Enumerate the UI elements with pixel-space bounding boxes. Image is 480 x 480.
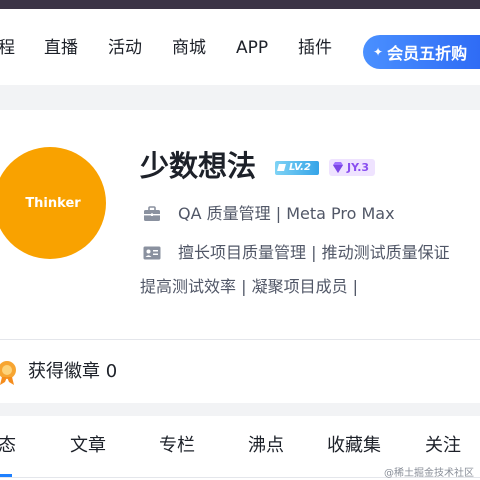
tab-collections[interactable]: 收藏集 — [327, 434, 381, 458]
job-row: QA 质量管理 | Meta Pro Max — [142, 203, 395, 225]
sparkle-icon: ✦ — [373, 45, 384, 59]
profile-tabs: 态 文章 专栏 沸点 收藏集 关注 @稀土掘金技术社区 — [0, 416, 480, 480]
id-card-icon — [143, 246, 161, 260]
badges-count-label: 获得徽章 0 — [28, 361, 118, 382]
window-top-strip — [0, 0, 480, 9]
medal-icon — [0, 361, 16, 385]
avatar-text: Thinker — [25, 195, 81, 211]
nav-item-app[interactable]: APP — [236, 37, 268, 59]
jy-badge-label: JY.3 — [347, 161, 370, 174]
watermark: @稀土掘金技术社区 — [384, 468, 474, 479]
nav-item-course[interactable]: 程 — [0, 37, 15, 59]
nav-item-store[interactable]: 商城 — [172, 37, 206, 59]
nav-item-events[interactable]: 活动 — [108, 37, 142, 59]
job-text: QA 质量管理 | Meta Pro Max — [178, 204, 395, 223]
tab-pins[interactable]: 沸点 — [248, 434, 284, 458]
tab-columns[interactable]: 专栏 — [159, 434, 195, 458]
tab-following[interactable]: 关注 — [425, 434, 461, 458]
tab-activity[interactable]: 态 — [0, 434, 16, 458]
badges-card[interactable]: 获得徽章 0 — [0, 339, 480, 403]
tab-articles[interactable]: 文章 — [70, 434, 106, 458]
user-name: 少数想法 — [140, 149, 257, 183]
intro-row: 擅长项目质量管理 | 推动测试质量保证 — [142, 242, 450, 264]
intro-text-line2: 提高测试效率 | 凝聚项目成员 | — [140, 277, 359, 296]
avatar[interactable]: Thinker — [0, 147, 106, 259]
level-badge-label: LV.2 — [289, 162, 311, 173]
top-nav: 程 直播 活动 商城 APP 插件 ✦ 会员五折购 — [0, 9, 480, 85]
intro-text-line1: 擅长项目质量管理 | 推动测试质量保证 — [178, 243, 450, 262]
nav-item-plugins[interactable]: 插件 — [298, 37, 332, 59]
briefcase-icon — [144, 206, 160, 221]
vip-button-label: 会员五折购 — [387, 44, 468, 63]
level-badge[interactable]: LV.2 — [275, 161, 319, 175]
vip-button[interactable]: ✦ 会员五折购 — [363, 35, 480, 69]
nav-item-live[interactable]: 直播 — [44, 37, 78, 59]
profile-card: Thinker 少数想法 LV.2 JY.3 QA 质量管理 | Meta Pr… — [0, 110, 480, 339]
diamond-icon — [333, 162, 343, 173]
jy-badge[interactable]: JY.3 — [329, 159, 376, 176]
